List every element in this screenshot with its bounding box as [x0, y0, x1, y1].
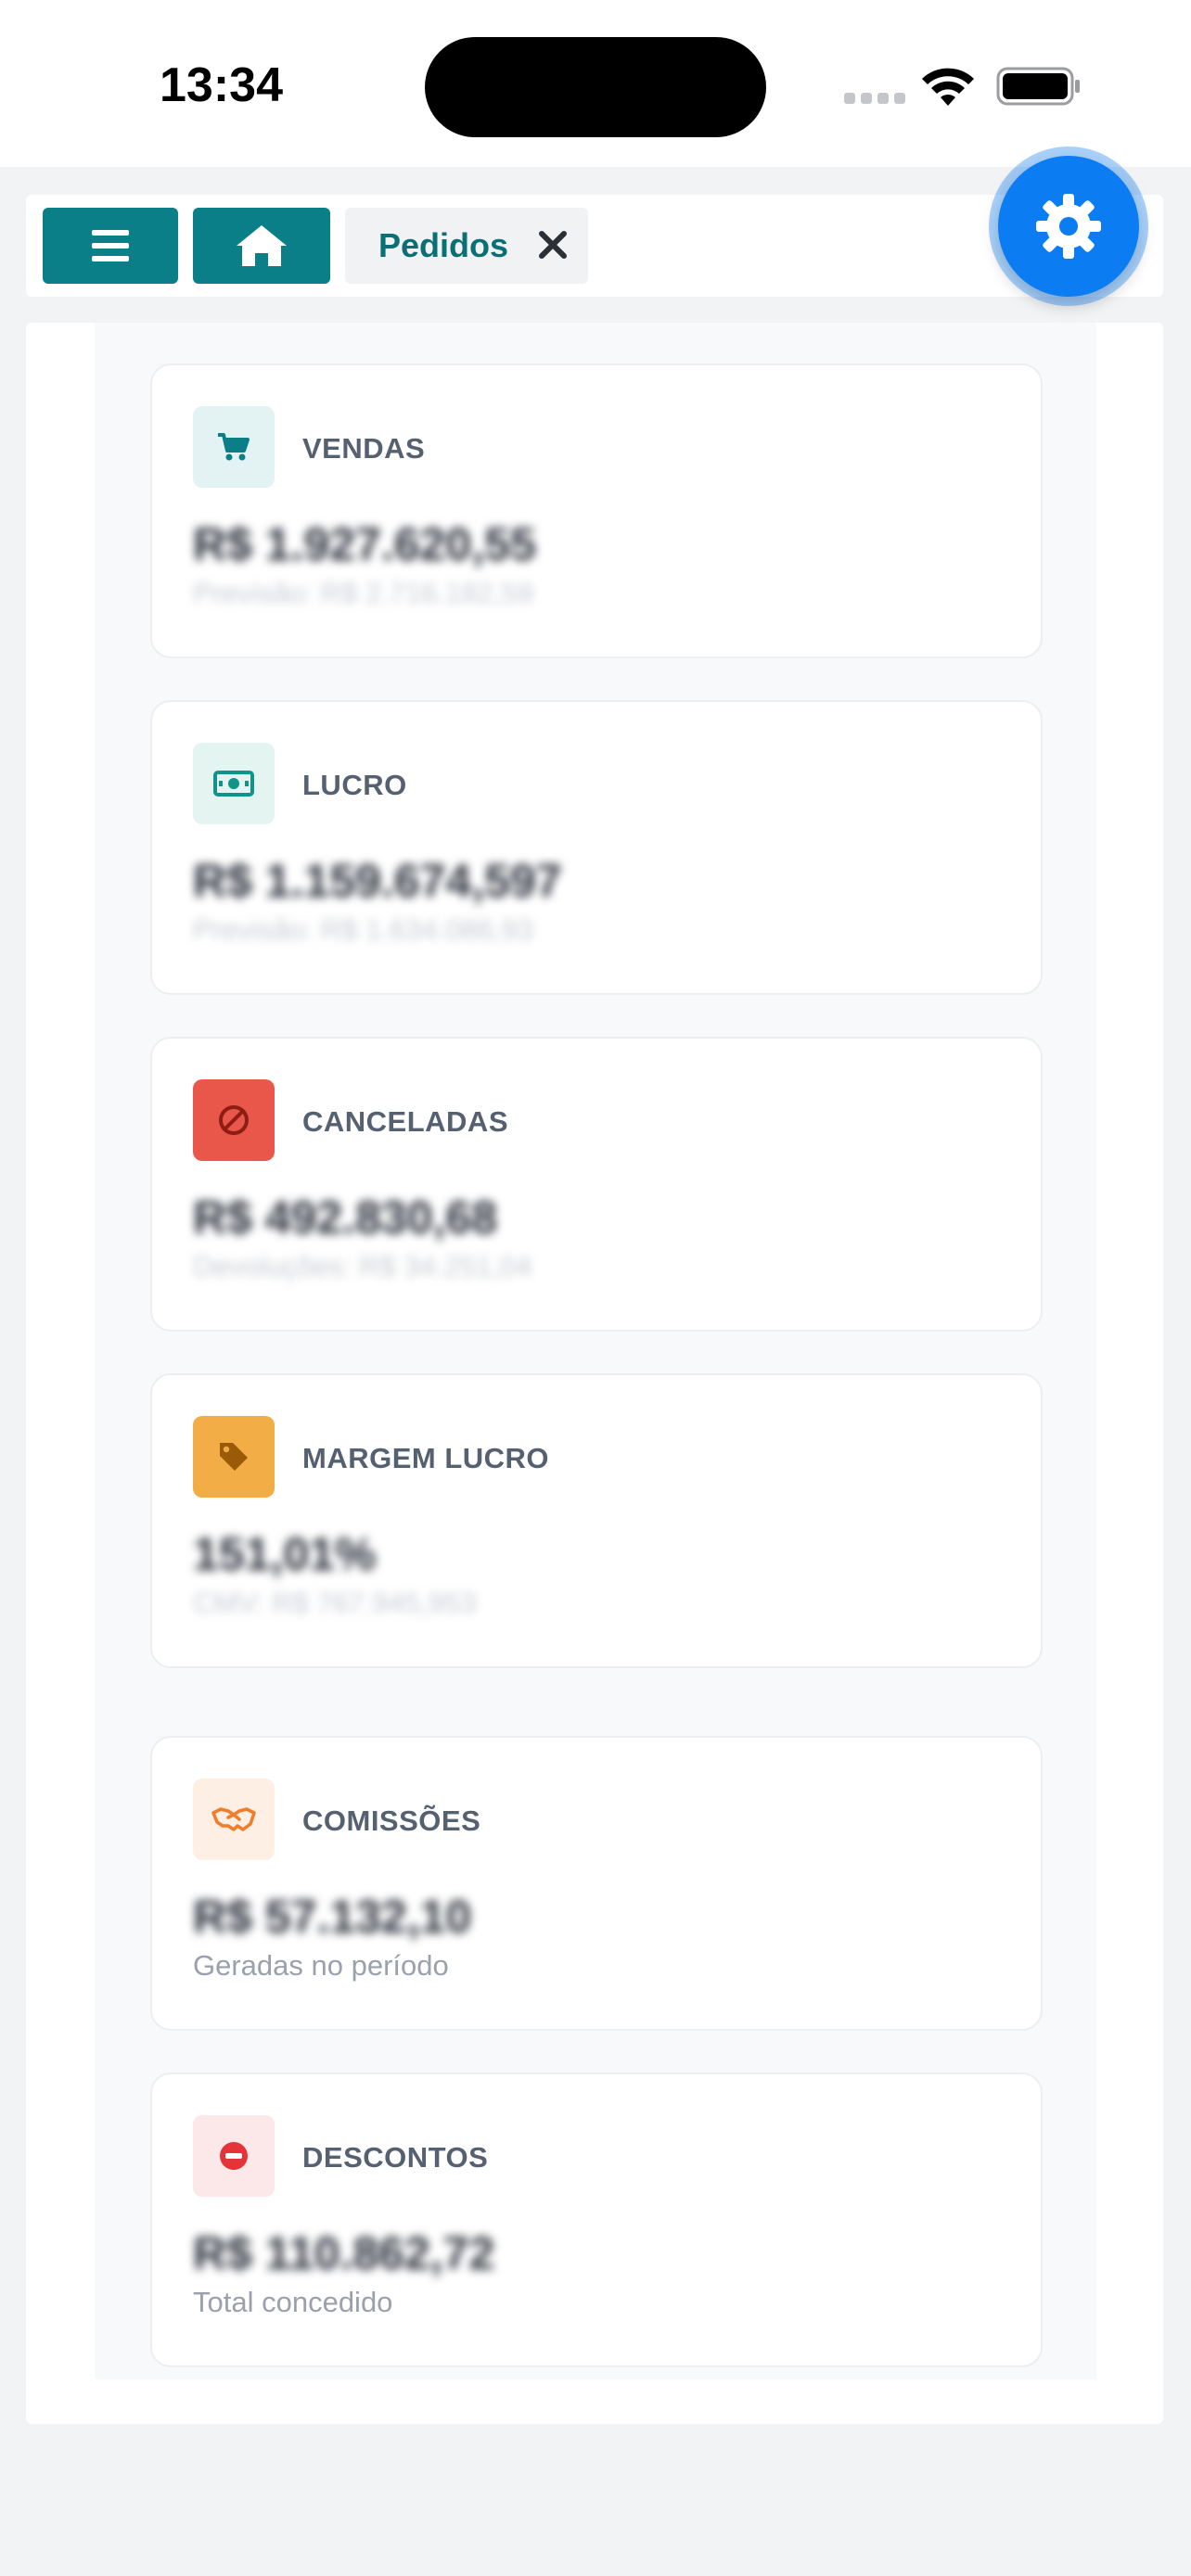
- card-value: R$ 1.927.620,55: [193, 518, 536, 570]
- card-title: COMISSÕES: [302, 1804, 481, 1837]
- card-value: R$ 110.862,72: [193, 2227, 495, 2279]
- card-icon-box: [193, 406, 275, 488]
- card-title: DESCONTOS: [302, 2141, 489, 2174]
- cart-icon: [218, 433, 250, 461]
- card-icon-box: [193, 1416, 275, 1498]
- card-subtitle: Devoluções: R$ 34.251,04: [193, 1250, 532, 1282]
- close-icon[interactable]: [536, 228, 570, 261]
- home-icon: [237, 225, 287, 266]
- card-title: MARGEM LUCRO: [302, 1442, 550, 1474]
- tab-label: Pedidos: [378, 226, 509, 264]
- card-subtitle: Previsão: R$ 2.716.182,59: [193, 577, 534, 609]
- card-title: VENDAS: [302, 432, 426, 465]
- battery-icon: [996, 67, 1080, 106]
- menu-icon: [92, 230, 129, 261]
- card-descontos[interactable]: DESCONTOS R$ 110.862,72 Total concedido: [150, 2072, 1043, 2367]
- card-value: R$ 492.830,68: [193, 1192, 498, 1243]
- card-subtitle: Geradas no período: [193, 1949, 449, 1982]
- cellular-signal-icon: [844, 93, 905, 104]
- status-bar: 13:34: [0, 0, 1191, 167]
- settings-button[interactable]: [998, 156, 1139, 297]
- card-comissoes[interactable]: COMISSÕES R$ 57.132,10 Geradas no períod…: [150, 1736, 1043, 2031]
- wifi-icon: [922, 68, 974, 106]
- tab-pedidos[interactable]: Pedidos: [345, 208, 588, 284]
- card-icon-box: [193, 1779, 275, 1860]
- tag-icon: [220, 1443, 248, 1471]
- cards-column: VENDAS R$ 1.927.620,55 Previsão: R$ 2.71…: [95, 323, 1096, 2379]
- card-value: R$ 1.159.674,597: [193, 855, 562, 907]
- card-subtitle: CMV: R$ 767.945,953: [193, 1587, 477, 1619]
- card-lucro[interactable]: LUCRO R$ 1.159.674,597 Previsão: R$ 1.63…: [150, 700, 1043, 995]
- card-subtitle: Total concedido: [193, 2286, 393, 2318]
- money-icon: [213, 771, 254, 797]
- card-canceladas[interactable]: CANCELADAS R$ 492.830,68 Devoluções: R$ …: [150, 1037, 1043, 1332]
- handshake-icon: [211, 1807, 256, 1831]
- card-title: CANCELADAS: [302, 1105, 508, 1138]
- card-margem-lucro[interactable]: MARGEM LUCRO 151,01% CMV: R$ 767.945,953: [150, 1373, 1043, 1668]
- dynamic-island: [425, 37, 766, 137]
- gear-icon: [1036, 194, 1101, 259]
- card-subtitle: Previsão: R$ 1.634.086,93: [193, 913, 534, 946]
- card-icon-box: [193, 1079, 275, 1161]
- menu-button[interactable]: [43, 208, 178, 284]
- card-title: LUCRO: [302, 769, 407, 801]
- card-value: 151,01%: [193, 1528, 377, 1580]
- top-toolbar: Pedidos: [26, 195, 1163, 297]
- card-vendas[interactable]: VENDAS R$ 1.927.620,55 Previsão: R$ 2.71…: [150, 363, 1043, 658]
- dashboard-panel: VENDAS R$ 1.927.620,55 Previsão: R$ 2.71…: [26, 323, 1163, 2424]
- home-button[interactable]: [193, 208, 330, 284]
- ban-icon: [219, 1105, 249, 1135]
- card-icon-box: [193, 743, 275, 824]
- minus-circle-icon: [220, 2142, 248, 2170]
- status-time: 13:34: [160, 58, 283, 112]
- card-icon-box: [193, 2115, 275, 2197]
- card-value: R$ 57.132,10: [193, 1891, 472, 1943]
